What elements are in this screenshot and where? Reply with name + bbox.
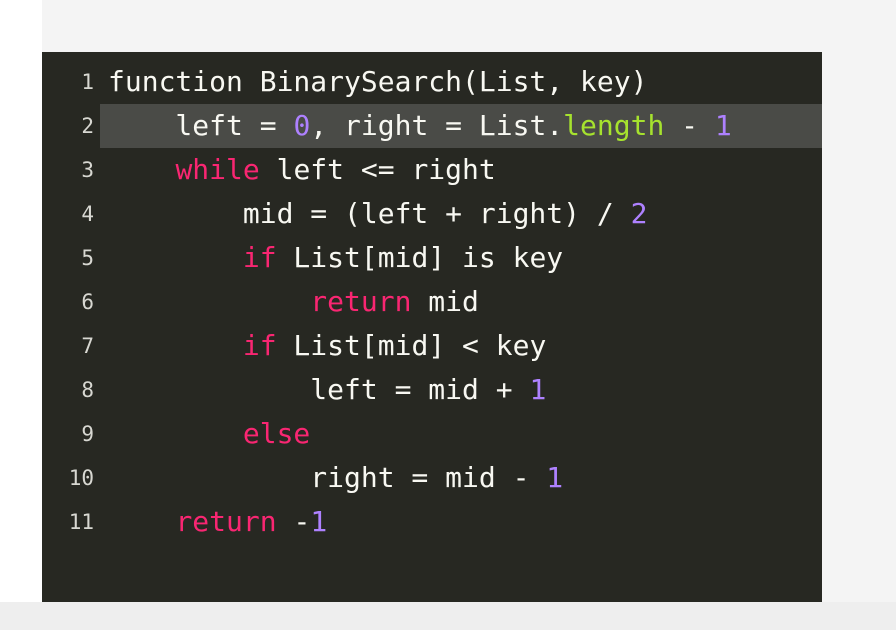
line-code: if List[mid] < key xyxy=(108,324,546,368)
line-number: 9 xyxy=(81,422,94,446)
code-token: right = mid - xyxy=(108,461,547,494)
line-code: right = mid - 1 xyxy=(108,456,563,500)
line-code: mid = (left + right) / 2 xyxy=(108,192,648,236)
page-background-bottom xyxy=(0,602,896,630)
code-token: left = mid + xyxy=(108,373,530,406)
code-token: left <= right xyxy=(259,153,496,186)
code-token: left = xyxy=(108,109,294,142)
code-line[interactable]: 5 if List[mid] is key xyxy=(42,236,822,280)
code-line[interactable]: 10 right = mid - 1 xyxy=(42,456,822,500)
code-line[interactable]: 2 left = 0, right = List.length - 1 xyxy=(81,104,822,148)
code-editor[interactable]: 1 function BinarySearch(List, key) 2 left … xyxy=(42,52,822,602)
code-token: 1 xyxy=(310,505,328,538)
line-number: 11 xyxy=(68,510,94,534)
code-token: List[mid] < key xyxy=(276,329,547,362)
page-background-top xyxy=(42,0,822,52)
code-token: return xyxy=(175,505,277,538)
code-token: length xyxy=(563,109,665,142)
code-token: List[mid] is key xyxy=(276,241,564,274)
code-line[interactable]: 7 if List[mid] < key xyxy=(42,324,822,368)
code-token: function BinarySearch(List, key) xyxy=(108,65,648,98)
code-token: , right = List. xyxy=(310,109,564,142)
code-token: 2 xyxy=(630,197,648,230)
code-token: 1 xyxy=(529,373,547,406)
line-number: 8 xyxy=(81,378,94,402)
line-code: if List[mid] is key xyxy=(108,236,563,280)
line-number: 6 xyxy=(81,290,94,314)
code-token: mid xyxy=(411,285,479,318)
code-token: 1 xyxy=(546,461,564,494)
page-background-right xyxy=(822,0,896,630)
code-line[interactable]: 9 else xyxy=(42,412,822,456)
code-token: return xyxy=(310,285,412,318)
code-line[interactable]: 1 function BinarySearch(List, key) xyxy=(42,60,822,104)
line-code: function BinarySearch(List, key) xyxy=(108,60,647,104)
line-number: 7 xyxy=(81,334,94,358)
code-token: else xyxy=(242,417,311,450)
line-code: return -1 xyxy=(108,500,327,544)
code-line[interactable]: 3 while left <= right xyxy=(42,148,822,192)
line-number: 4 xyxy=(81,202,94,226)
code-token: 1 xyxy=(714,109,732,142)
line-code: else xyxy=(108,412,310,456)
line-number: 3 xyxy=(81,158,94,182)
code-line[interactable]: 8 left = mid + 1 xyxy=(42,368,822,412)
code-line[interactable]: 11 return -1 xyxy=(42,500,822,544)
line-code: left = 0, right = List.length - 1 xyxy=(108,104,732,148)
code-token: 0 xyxy=(293,109,311,142)
line-number: 2 xyxy=(81,114,94,138)
code-token: while xyxy=(175,153,260,186)
line-number: 1 xyxy=(81,70,94,94)
line-number: 5 xyxy=(81,246,94,270)
code-token: if xyxy=(242,329,277,362)
code-line[interactable]: 6 return mid xyxy=(42,280,822,324)
line-code: while left <= right xyxy=(108,148,496,192)
line-code: left = mid + 1 xyxy=(108,368,546,412)
code-token: - xyxy=(276,505,311,538)
line-number: 10 xyxy=(68,466,94,490)
code-token: mid = (left + right) / xyxy=(108,197,631,230)
code-token: - xyxy=(664,109,715,142)
code-token: if xyxy=(242,241,277,274)
code-line[interactable]: 4 mid = (left + right) / 2 xyxy=(42,192,822,236)
line-code: return mid xyxy=(108,280,479,324)
